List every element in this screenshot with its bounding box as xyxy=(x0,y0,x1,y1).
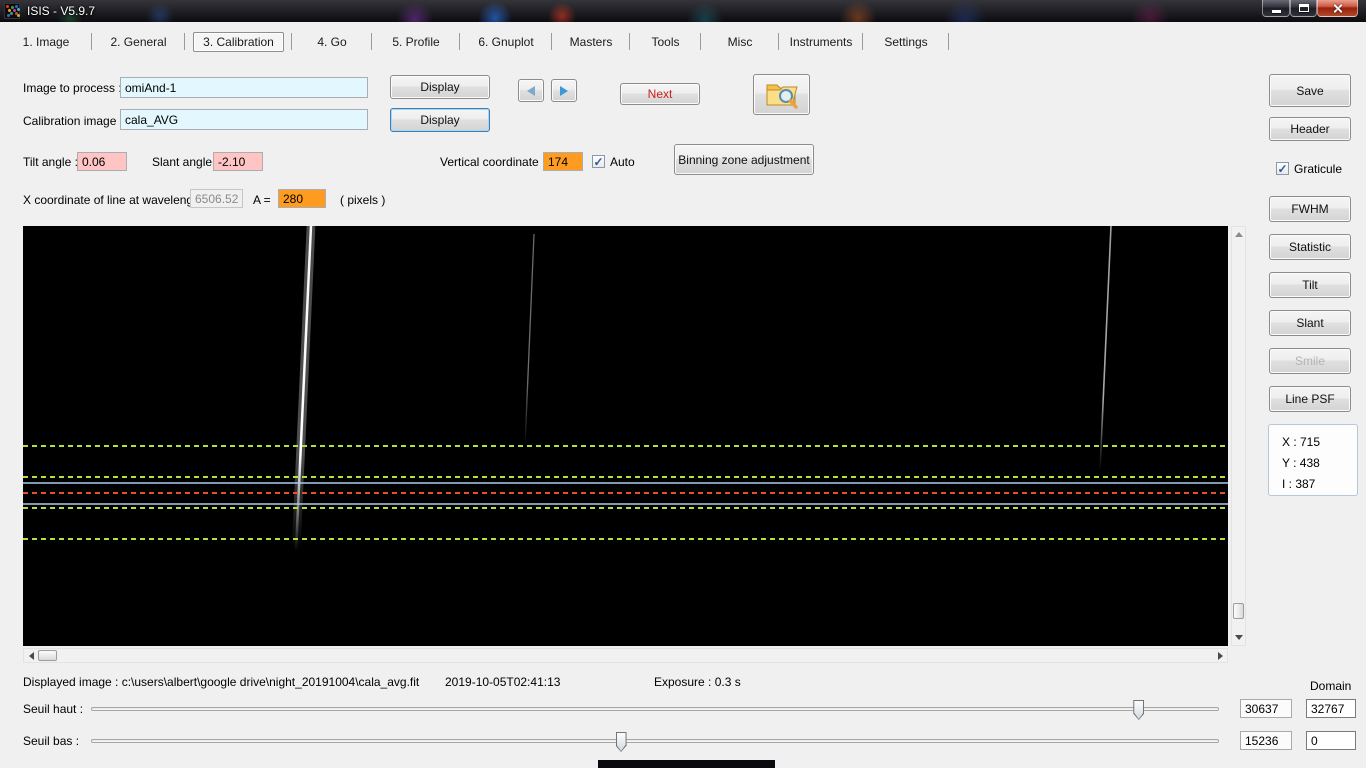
taskbar-sliver xyxy=(598,760,775,768)
auto-checkbox[interactable] xyxy=(592,155,605,168)
title-bar: ISIS - V5.9.7 xyxy=(0,0,1366,22)
a-equals-label: A = xyxy=(253,193,271,207)
tab-5-profile[interactable]: 5. Profile xyxy=(372,30,460,54)
close-icon xyxy=(1332,3,1343,14)
domain-low-value[interactable] xyxy=(1306,731,1356,750)
save-button[interactable]: Save xyxy=(1269,74,1351,107)
vertical-scroll-thumb[interactable] xyxy=(1233,603,1244,619)
seuil-bas-value[interactable] xyxy=(1240,731,1292,750)
cursor-readout-line: X : 715 xyxy=(1282,435,1321,449)
tab-tools[interactable]: Tools xyxy=(630,30,701,54)
tilt-button[interactable]: Tilt xyxy=(1269,272,1351,298)
scroll-right-icon[interactable] xyxy=(1218,652,1223,660)
horizontal-scrollbar[interactable] xyxy=(23,648,1228,663)
tab-instruments[interactable]: Instruments xyxy=(779,30,863,54)
image-to-process-input[interactable] xyxy=(120,77,368,98)
graticule-checkbox[interactable] xyxy=(1276,162,1289,175)
seuil-haut-thumb[interactable] xyxy=(1133,700,1145,720)
seuil-haut-value[interactable] xyxy=(1240,699,1292,718)
horizontal-scroll-thumb[interactable] xyxy=(38,650,57,661)
wavelength-input xyxy=(190,189,243,208)
statistic-button[interactable]: Statistic xyxy=(1269,234,1351,260)
next-button[interactable]: Next xyxy=(620,83,700,105)
cursor-readout-box: X : 715 Y : 438 I : 387 xyxy=(1268,424,1358,496)
minimize-icon xyxy=(1271,10,1281,13)
x-coordinate-label: X coordinate of line at wavelength xyxy=(23,193,204,207)
seuil-bas-slider[interactable] xyxy=(91,732,1219,752)
tab-label: 5. Profile xyxy=(392,35,440,49)
calibration-image-label: Calibration image : xyxy=(23,114,124,128)
sidebar-action-buttons: FWHM Statistic Tilt Slant Smile Line PSF xyxy=(1269,196,1351,424)
tab-settings[interactable]: Settings xyxy=(863,30,949,54)
cursor-readout-line: Y : 438 xyxy=(1282,456,1320,470)
exposure-label: Exposure : 0.3 s xyxy=(654,675,741,689)
tab-label: Instruments xyxy=(789,35,853,49)
fwhm-button[interactable]: FWHM xyxy=(1269,196,1351,222)
x-coordinate-input[interactable] xyxy=(278,189,326,208)
tab-label: 1. Image xyxy=(22,35,70,49)
slant-angle-label: Slant angle : xyxy=(152,155,219,169)
seuil-bas-label: Seuil bas : xyxy=(23,734,80,748)
slant-angle-input[interactable] xyxy=(213,152,263,171)
tilt-angle-label: Tilt angle : xyxy=(23,155,78,169)
scroll-up-icon[interactable] xyxy=(1235,232,1243,237)
vertical-scrollbar[interactable] xyxy=(1231,226,1246,646)
display-image-button[interactable]: Display xyxy=(390,75,490,99)
isis-app-icon xyxy=(4,3,20,19)
arrow-right-icon xyxy=(560,85,568,96)
tab-label: Masters xyxy=(569,35,613,49)
binning-zone-adjustment-button[interactable]: Binning zone adjustment xyxy=(674,144,814,175)
header-button[interactable]: Header xyxy=(1269,117,1351,141)
tab-label: Tools xyxy=(651,35,680,49)
folder-search-icon xyxy=(766,84,798,109)
tab-label: 3. Calibration xyxy=(193,32,284,52)
minimize-button[interactable] xyxy=(1262,0,1290,17)
displayed-image-path: Displayed image : c:\users\albert\google… xyxy=(23,675,420,689)
scroll-down-icon[interactable] xyxy=(1235,635,1243,640)
spectral-image-view[interactable] xyxy=(23,226,1228,646)
seuil-bas-thumb[interactable] xyxy=(615,732,627,752)
arrow-left-icon xyxy=(527,85,535,96)
vertical-coordinate-input[interactable] xyxy=(543,152,583,171)
seuil-haut-slider[interactable] xyxy=(91,700,1219,720)
tab-bar: 1. Image 2. General 3. Calibration 4. Go 5. … xyxy=(0,30,949,54)
tab-2-general[interactable]: 2. General xyxy=(92,30,185,54)
close-button[interactable] xyxy=(1317,0,1358,17)
tab-6-gnuplot[interactable]: 6. Gnuplot xyxy=(460,30,552,54)
scroll-left-icon[interactable] xyxy=(29,652,34,660)
seuil-haut-label: Seuil haut : xyxy=(23,702,84,716)
pixels-unit-label: ( pixels ) xyxy=(340,193,386,207)
domain-high-value[interactable] xyxy=(1306,699,1356,718)
tab-label: 4. Go xyxy=(317,35,347,49)
tab-label: 6. Gnuplot xyxy=(478,35,534,49)
tab-label: Settings xyxy=(884,35,928,49)
tab-masters[interactable]: Masters xyxy=(552,30,630,54)
display-calibration-button[interactable]: Display xyxy=(390,108,490,132)
line-psf-button[interactable]: Line PSF xyxy=(1269,386,1351,412)
smile-button: Smile xyxy=(1269,348,1351,374)
tab-3-calibration[interactable]: 3. Calibration xyxy=(185,30,292,54)
next-image-button[interactable] xyxy=(551,79,577,102)
isis-window: ISIS - V5.9.7 1. Image 2. General 3. Calib… xyxy=(0,0,1366,768)
graticule-label: Graticule xyxy=(1294,162,1343,176)
calibration-image-input[interactable] xyxy=(120,109,368,130)
tilt-angle-input[interactable] xyxy=(77,152,127,171)
tab-4-go[interactable]: 4. Go xyxy=(292,30,372,54)
tab-label: 2. General xyxy=(110,35,167,49)
image-timestamp: 2019-10-05T02:41:13 xyxy=(445,675,561,689)
browse-display-button[interactable] xyxy=(753,74,810,115)
vertical-coordinate-label: Vertical coordinate : xyxy=(440,155,546,169)
tab-misc[interactable]: Misc xyxy=(701,30,779,54)
image-to-process-label: Image to process : xyxy=(23,81,122,95)
domain-label: Domain xyxy=(1310,679,1352,693)
auto-label: Auto xyxy=(610,155,635,169)
tab-label: Misc xyxy=(727,35,753,49)
maximize-button[interactable] xyxy=(1290,0,1317,17)
slant-button[interactable]: Slant xyxy=(1269,310,1351,336)
cursor-readout-line: I : 387 xyxy=(1282,477,1316,491)
maximize-icon xyxy=(1298,4,1309,12)
previous-image-button[interactable] xyxy=(518,79,544,102)
window-title: ISIS - V5.9.7 xyxy=(27,4,96,18)
tab-1-image[interactable]: 1. Image xyxy=(0,30,92,54)
